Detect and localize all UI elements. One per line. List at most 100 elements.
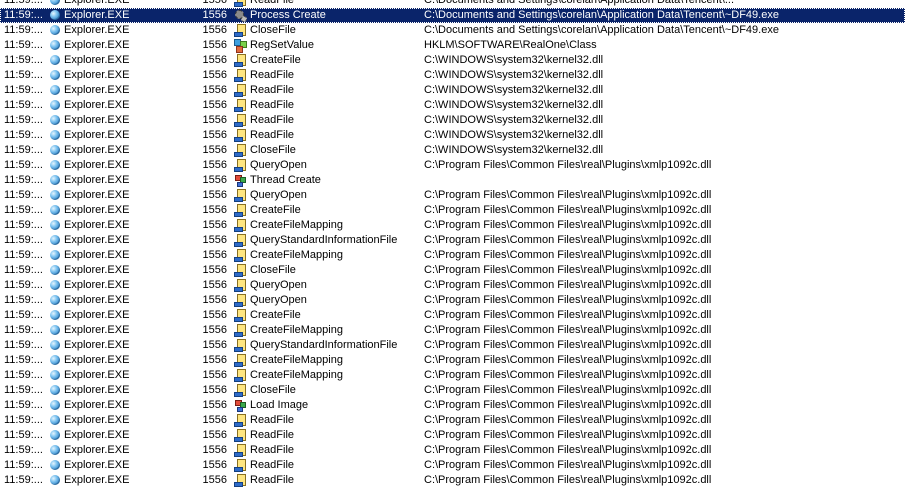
filesystem-icon xyxy=(234,114,247,127)
process-icon-cell xyxy=(50,278,62,293)
filesystem-icon xyxy=(234,459,247,472)
filesystem-icon xyxy=(234,264,247,277)
operation-icon-cell xyxy=(234,218,248,233)
pid-cell: 1556 xyxy=(202,99,227,111)
table-row[interactable]: 11:59:... Explorer.EXE 1556 ReadFile C:\Prog… xyxy=(0,443,905,458)
table-row[interactable]: 11:59:... Explorer.EXE 1556 CreateFileMappi… xyxy=(0,218,905,233)
filesystem-icon xyxy=(234,0,247,7)
table-row[interactable]: 11:59:... Explorer.EXE 1556 QueryOpen C:\Pro… xyxy=(0,188,905,203)
time-cell: 11:59:... xyxy=(4,234,43,246)
explorer-globe-icon xyxy=(50,445,60,455)
path-cell: C:\Program Files\Common Files\real\Plugi… xyxy=(424,444,712,456)
table-row[interactable]: 11:59:... Explorer.EXE 1556 CreateFile C:\WI… xyxy=(0,53,905,68)
process-icon-cell xyxy=(50,143,62,158)
table-row[interactable]: 11:59:... Explorer.EXE 1556 QueryStandardIn… xyxy=(0,338,905,353)
operation-cell: QueryOpen xyxy=(250,159,307,171)
path-cell: C:\Program Files\Common Files\real\Plugi… xyxy=(424,414,712,426)
table-row[interactable]: 11:59:... Explorer.EXE 1556 Thread Create xyxy=(0,173,905,188)
process-icon-cell xyxy=(50,323,62,338)
operation-icon-cell xyxy=(234,338,248,353)
filesystem-icon xyxy=(234,189,247,202)
table-row[interactable]: 11:59:... Explorer.EXE 1556 ReadFile C:\WIND… xyxy=(0,128,905,143)
operation-icon-cell xyxy=(234,68,248,83)
table-row[interactable]: 11:59:... Explorer.EXE 1556 CreateFileMappi… xyxy=(0,353,905,368)
operation-icon-cell xyxy=(234,353,248,368)
table-row[interactable]: 11:59:... Explorer.EXE 1556 RegSetValue HKLM… xyxy=(0,38,905,53)
time-cell: 11:59:... xyxy=(4,54,43,66)
explorer-globe-icon xyxy=(50,475,60,485)
operation-icon-cell xyxy=(234,8,248,23)
table-row[interactable]: 11:59:... Explorer.EXE 1556 ReadFile C:\WIND… xyxy=(0,113,905,128)
table-row[interactable]: 11:59:... Explorer.EXE 1556 QueryStandardIn… xyxy=(0,233,905,248)
explorer-globe-icon xyxy=(50,250,60,260)
operation-cell: CreateFileMapping xyxy=(250,249,343,261)
table-row[interactable]: 11:59:... Explorer.EXE 1556 CreateFile C:\Pr… xyxy=(0,203,905,218)
table-row[interactable]: 11:59:... Explorer.EXE 1556 CloseFile C:\WIN… xyxy=(0,143,905,158)
operation-icon-cell xyxy=(234,413,248,428)
table-row[interactable]: 11:59:... Explorer.EXE 1556 CreateFileMappi… xyxy=(0,248,905,263)
table-row[interactable]: 11:59:... Explorer.EXE 1556 CreateFile C:\Pr… xyxy=(0,308,905,323)
table-row[interactable]: 11:59:... Explorer.EXE 1556 ReadFile C:\Prog… xyxy=(0,458,905,473)
table-row[interactable]: 11:59:... Explorer.EXE 1556 CloseFile C:\Pro… xyxy=(0,383,905,398)
pid-cell: 1556 xyxy=(202,39,227,51)
table-row[interactable]: 11:59:... Explorer.EXE 1556 ReadFile C:\WIND… xyxy=(0,83,905,98)
table-row[interactable]: 11:59:... Explorer.EXE 1556 CreateFileMappi… xyxy=(0,323,905,338)
pid-cell: 1556 xyxy=(202,474,227,486)
table-row-selected[interactable]: 11:59:... Explorer.EXE 1556 Process Create C… xyxy=(0,8,905,23)
filesystem-icon xyxy=(234,249,247,262)
explorer-globe-icon xyxy=(50,295,60,305)
filesystem-icon xyxy=(234,309,247,322)
filesystem-icon xyxy=(234,234,247,247)
explorer-globe-icon xyxy=(50,25,60,35)
process-icon-cell xyxy=(50,38,62,53)
path-cell: C:\Documents and Settings\corelan\Applic… xyxy=(424,0,735,6)
table-row[interactable]: 11:59:... Explorer.EXE 1556 CloseFile C:\Pro… xyxy=(0,263,905,278)
table-row[interactable]: 11:59:... Explorer.EXE 1556 CreateFileMappi… xyxy=(0,368,905,383)
path-cell: C:\Program Files\Common Files\real\Plugi… xyxy=(424,384,712,396)
pid-cell: 1556 xyxy=(202,219,227,231)
explorer-globe-icon xyxy=(50,190,60,200)
table-row[interactable]: 11:59:... Explorer.EXE 1556 ReadFile C:\WIND… xyxy=(0,68,905,83)
time-cell: 11:59:... xyxy=(4,264,43,276)
table-row[interactable]: 11:59:... Explorer.EXE 1556 ReadFile C:\Prog… xyxy=(0,413,905,428)
event-list[interactable]: 11:59:... Explorer.EXE 1556 ReadFile C:\Docu… xyxy=(0,0,905,502)
filesystem-icon xyxy=(234,294,247,307)
table-row[interactable]: 11:59:... Explorer.EXE 1556 QueryOpen C:\Pro… xyxy=(0,158,905,173)
time-cell: 11:59:... xyxy=(4,414,43,426)
operation-cell: CreateFile xyxy=(250,54,301,66)
operation-cell: QueryOpen xyxy=(250,294,307,306)
operation-cell: ReadFile xyxy=(250,414,295,426)
table-row[interactable]: 11:59:... Explorer.EXE 1556 ReadFile C:\Prog… xyxy=(0,473,905,488)
table-row[interactable]: 11:59:... Explorer.EXE 1556 QueryOpen C:\Pro… xyxy=(0,278,905,293)
operation-icon-cell xyxy=(234,383,248,398)
time-cell: 11:59:... xyxy=(4,0,43,6)
time-cell: 11:59:... xyxy=(4,114,43,126)
pid-cell: 1556 xyxy=(202,459,227,471)
path-cell: C:\Program Files\Common Files\real\Plugi… xyxy=(424,369,712,381)
time-cell: 11:59:... xyxy=(4,294,43,306)
table-row[interactable]: 11:59:... Explorer.EXE 1556 Load Image C:\Pr… xyxy=(0,398,905,413)
pid-cell: 1556 xyxy=(202,249,227,261)
operation-cell: ReadFile xyxy=(250,0,295,6)
process-icon-cell xyxy=(50,128,62,143)
operation-cell: CreateFile xyxy=(250,309,301,321)
path-cell: C:\Program Files\Common Files\real\Plugi… xyxy=(424,354,712,366)
operation-icon-cell xyxy=(234,83,248,98)
table-row[interactable]: 11:59:... Explorer.EXE 1556 ReadFile C:\Prog… xyxy=(0,428,905,443)
time-cell: 11:59:... xyxy=(4,339,43,351)
operation-cell: ReadFile xyxy=(250,84,295,96)
image-load-icon xyxy=(234,399,247,412)
operation-cell: ReadFile xyxy=(250,444,295,456)
operation-icon-cell xyxy=(234,38,248,53)
process-icon-cell xyxy=(50,248,62,263)
operation-cell: QueryOpen xyxy=(250,189,307,201)
table-row[interactable]: 11:59:... Explorer.EXE 1556 ReadFile C:\Docu… xyxy=(0,0,905,8)
table-row[interactable]: 11:59:... Explorer.EXE 1556 QueryOpen C:\Pro… xyxy=(0,293,905,308)
path-cell: C:\WINDOWS\system32\kernel32.dll xyxy=(424,54,604,66)
time-cell: 11:59:... xyxy=(4,324,43,336)
table-row[interactable]: 11:59:... Explorer.EXE 1556 CloseFile C:\Doc… xyxy=(0,23,905,38)
pid-cell: 1556 xyxy=(202,0,227,6)
table-row[interactable]: 11:59:... Explorer.EXE 1556 ReadFile C:\WIND… xyxy=(0,98,905,113)
operation-cell: QueryStandardInformationFile xyxy=(250,234,398,246)
operation-cell: ReadFile xyxy=(250,474,295,486)
